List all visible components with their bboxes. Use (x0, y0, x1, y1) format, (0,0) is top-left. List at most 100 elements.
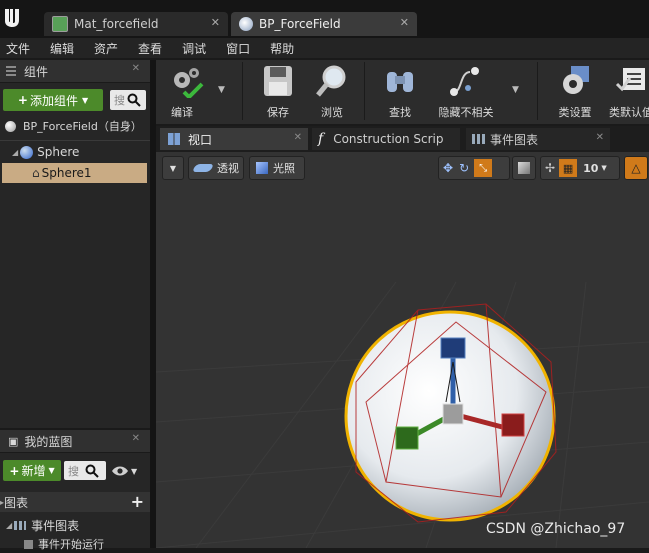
tree-item-sphere[interactable]: ◢ Sphere (0, 142, 147, 162)
expand-arrow-icon[interactable]: ◢ (12, 148, 18, 157)
class-defaults-icon (615, 68, 645, 92)
house-icon: ⌂ (32, 166, 40, 180)
scale-icon[interactable]: ⤡ (474, 159, 493, 177)
tab-label: Construction Scrip (333, 132, 444, 146)
menu-view[interactable]: 查看 (138, 40, 176, 57)
save-label: 保存 (267, 106, 289, 119)
list-item-begin-play[interactable]: 事件开始运行 (0, 535, 150, 553)
rotation-snap-button[interactable]: △ (624, 156, 648, 180)
compile-label: 编译 (171, 106, 193, 119)
eye-icon[interactable]: ▼ (111, 463, 141, 479)
hide-unrelated-dropdown[interactable]: ▼ (512, 85, 519, 95)
snap-group: ✢ ▦ 10 ▼ (540, 156, 620, 180)
list-item-event-graph[interactable]: ◢ 事件图表 (0, 516, 150, 534)
tree-item-label: Sphere1 (41, 166, 92, 180)
tree-item-label: Sphere (37, 145, 80, 159)
event-icon (24, 539, 33, 549)
components-panel: 组件 ✕ + 添加组件 ▼ 搜 BP_ForceField（自身） ◢ Sphe… (0, 60, 150, 428)
close-icon[interactable]: ✕ (596, 132, 604, 143)
blueprint-doc-icon (239, 17, 253, 31)
browse-button[interactable]: 浏览 (304, 62, 360, 120)
close-icon[interactable]: ✕ (132, 63, 140, 74)
doc-tab-label: Mat_forcefield (74, 17, 159, 31)
blueprint-sphere-icon (5, 120, 16, 132)
menu-asset[interactable]: 资产 (94, 40, 132, 57)
class-defaults-button[interactable]: 类默认值 (603, 62, 649, 120)
search-icon (127, 93, 141, 107)
title-bar: Mat_forcefield ✕ BP_ForceField ✕ (0, 0, 649, 38)
book-icon: ▣ (8, 434, 19, 448)
watermark: CSDN @Zhichao_97 (486, 521, 626, 537)
blueprint-search-input[interactable]: 搜 (64, 461, 106, 480)
unreal-logo-icon[interactable] (2, 6, 22, 30)
close-icon[interactable]: ✕ (132, 433, 140, 444)
panel-title: 组件 (24, 64, 49, 79)
graphs-section-header[interactable]: ▸ 图表 + (0, 492, 150, 512)
doc-tab-material[interactable]: Mat_forcefield ✕ (44, 12, 228, 36)
tab-label: 视口 (188, 132, 213, 147)
move-arrows-icon[interactable]: ✥ (443, 161, 453, 175)
transform-mode-group: ✥ ↻ ⤡ (438, 156, 510, 180)
compile-button[interactable]: 编译 (158, 62, 214, 120)
add-new-button[interactable]: + 新增 ▼ (3, 460, 61, 481)
find-button[interactable]: 查找 (372, 62, 428, 120)
tree-item-sphere1[interactable]: ⌂ Sphere1 (2, 163, 147, 183)
menu-help[interactable]: 帮助 (270, 40, 308, 57)
hide-unrelated-button[interactable]: 隐藏不相关 (434, 62, 498, 120)
surface-snap-icon[interactable]: ✢ (545, 161, 555, 175)
component-search-input[interactable]: 搜 (110, 90, 146, 110)
close-icon[interactable]: ✕ (400, 16, 409, 29)
rotate-icon[interactable]: ↻ (459, 161, 469, 175)
add-graph-icon[interactable]: + (131, 492, 144, 511)
my-blueprint-header: ▣ 我的蓝图 ✕ (0, 430, 150, 453)
menu-edit[interactable]: 编辑 (50, 40, 88, 57)
tab-construction-script[interactable]: f Construction Scrip (312, 128, 460, 150)
material-doc-icon (52, 16, 68, 32)
list-item-label: 事件开始运行 (38, 538, 104, 551)
perspective-button[interactable]: 透视 (188, 156, 244, 180)
add-component-label: 添加组件 (29, 93, 78, 108)
menu-window[interactable]: 窗口 (226, 40, 264, 57)
close-icon[interactable]: ✕ (294, 132, 302, 143)
divider (537, 62, 538, 120)
sphere-component-icon (20, 145, 34, 159)
graph-icon (14, 520, 27, 530)
viewport-options-button[interactable]: ▼ (162, 156, 184, 180)
tab-event-graph[interactable]: 事件图表 ✕ (466, 128, 610, 150)
chevron-down-icon: ▼ (601, 164, 607, 172)
doc-tab-blueprint[interactable]: BP_ForceField ✕ (231, 12, 417, 36)
divider (0, 140, 150, 141)
close-icon[interactable]: ✕ (211, 16, 220, 29)
divider (364, 62, 365, 120)
grid-size-value[interactable]: 10 (583, 162, 598, 175)
add-component-button[interactable]: + 添加组件 ▼ (3, 89, 103, 111)
menu-bar: 文件 编辑 资产 查看 调试 窗口 帮助 (0, 38, 649, 58)
save-button[interactable]: 保存 (250, 62, 306, 120)
components-panel-header: 组件 ✕ (0, 60, 150, 83)
chevron-down-icon: ▼ (48, 466, 55, 475)
perspective-icon (191, 164, 215, 172)
menu-debug[interactable]: 调试 (182, 40, 220, 57)
class-settings-button[interactable]: 类设置 (547, 62, 603, 120)
save-floppy-icon (264, 66, 292, 96)
compile-gear-icon (174, 68, 204, 98)
grid-snap-icon[interactable]: ▦ (559, 159, 578, 177)
blueprint-root-row[interactable]: BP_ForceField（自身） (0, 116, 150, 136)
hide-unrelated-label: 隐藏不相关 (438, 106, 494, 119)
magnifier-icon (316, 65, 346, 97)
search-icon (85, 464, 99, 478)
my-blueprint-panel: ▣ 我的蓝图 ✕ + 新增 ▼ 搜 ▼ ▸ 图表 + ◢ 事件图表 事件开始运行 (0, 430, 150, 551)
doc-tab-label: BP_ForceField (259, 17, 341, 31)
world-local-toggle[interactable] (512, 156, 536, 180)
menu-file[interactable]: 文件 (6, 40, 44, 57)
lit-mode-button[interactable]: 光照 (249, 156, 305, 180)
compile-options-dropdown[interactable]: ▼ (218, 85, 225, 95)
graph-icon (472, 134, 485, 144)
class-settings-icon (563, 66, 589, 94)
browse-label: 浏览 (321, 106, 343, 119)
class-defaults-label: 类默认值 (609, 106, 649, 119)
viewport[interactable]: ▼ 透视 光照 ✥ ↻ ⤡ ✢ ▦ 10 ▼ △ CSDN @Zhichao_9… (156, 152, 649, 548)
tab-label: 事件图表 (490, 132, 539, 147)
tab-viewport[interactable]: 视口 ✕ (160, 128, 308, 150)
viewport-scene (156, 281, 649, 548)
